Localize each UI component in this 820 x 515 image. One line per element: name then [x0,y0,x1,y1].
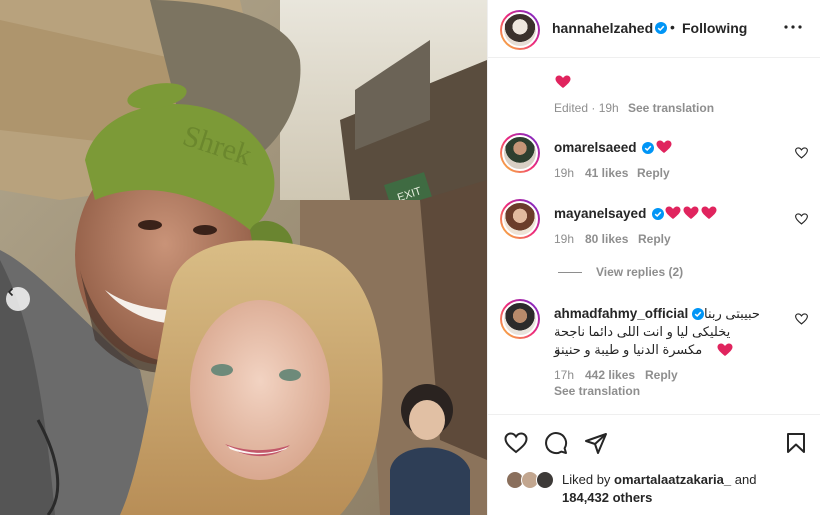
liker-avatar[interactable] [536,471,554,489]
save-icon[interactable] [784,431,808,455]
replies-divider [558,271,582,273]
view-replies-button[interactable]: View replies (2) [558,265,683,279]
heart-emoji [717,343,733,356]
verified-badge-icon [642,142,654,154]
comment-time: 19h [554,232,575,246]
liked-by-user[interactable]: omartalaatzakaria_ [614,472,731,487]
more-icon[interactable] [784,22,802,32]
comment-avatar[interactable] [500,199,540,239]
heart-icon[interactable] [504,431,528,455]
comment-avatar[interactable] [500,133,540,173]
share-icon[interactable] [584,431,608,455]
verified-badge-icon [652,208,664,220]
comment-likes[interactable]: 41 likes [585,166,628,180]
comment-username[interactable]: ahmadfahmy_official [554,306,688,321]
comment-icon[interactable] [544,431,568,455]
author-avatar[interactable] [500,10,540,50]
view-replies-label: View replies (2) [596,265,684,279]
author-username[interactable]: hannahelzahed [552,20,653,36]
comment-avatar[interactable] [500,299,540,339]
comment-like-heart-icon[interactable] [795,213,808,225]
carousel-prev-button[interactable] [6,287,30,311]
post-header: hannahelzahed • Following [488,0,820,58]
post-photo: EXIT Shrek [0,0,487,515]
header-separator: • [670,19,675,35]
comment-reply-button[interactable]: Reply [638,232,671,246]
comment-reply-button[interactable]: Reply [637,166,670,180]
comment-time: 19h [554,166,575,180]
verified-badge-icon [655,22,667,34]
caption-see-translation[interactable]: See translation [628,101,714,115]
comment-likes[interactable]: 80 likes [585,232,628,246]
comment-likes[interactable]: 442 likes [585,368,635,382]
comment-username[interactable]: mayanelsayed [554,206,646,221]
hearts-emoji [665,206,717,220]
chevron-left-icon [7,287,14,297]
verified-badge-icon [692,308,704,320]
post-side-panel: hannahelzahed • Following Edited · 19h S… [487,0,820,515]
comment-username[interactable]: omarelsaeed [554,140,637,155]
liked-by-and: and [734,472,757,487]
selfie-illustration: EXIT Shrek [0,0,487,515]
comment-time: 17h [554,368,575,382]
caption-heart-emoji [555,75,571,88]
following-button[interactable]: Following [682,20,747,36]
comment-like-heart-icon[interactable] [795,147,808,159]
comment-text-line1: حبيبتى ربنا [704,306,760,321]
caption-time: Edited · 19h [554,101,619,115]
comment-see-translation[interactable]: See translation [554,384,640,398]
comment-reply-button[interactable]: Reply [645,368,678,382]
comment-like-heart-icon[interactable] [795,313,808,325]
liked-by-summary: Liked by omartalaatzakaria_ and 184,432 … [562,471,812,507]
likes-count[interactable]: 184,432 others [562,490,652,505]
liked-by-prefix: Liked by [562,472,611,487]
comment-text-line3: مكسرة الدنيا و طيبة و حنينة [554,342,703,357]
heart-emoji [656,140,672,153]
